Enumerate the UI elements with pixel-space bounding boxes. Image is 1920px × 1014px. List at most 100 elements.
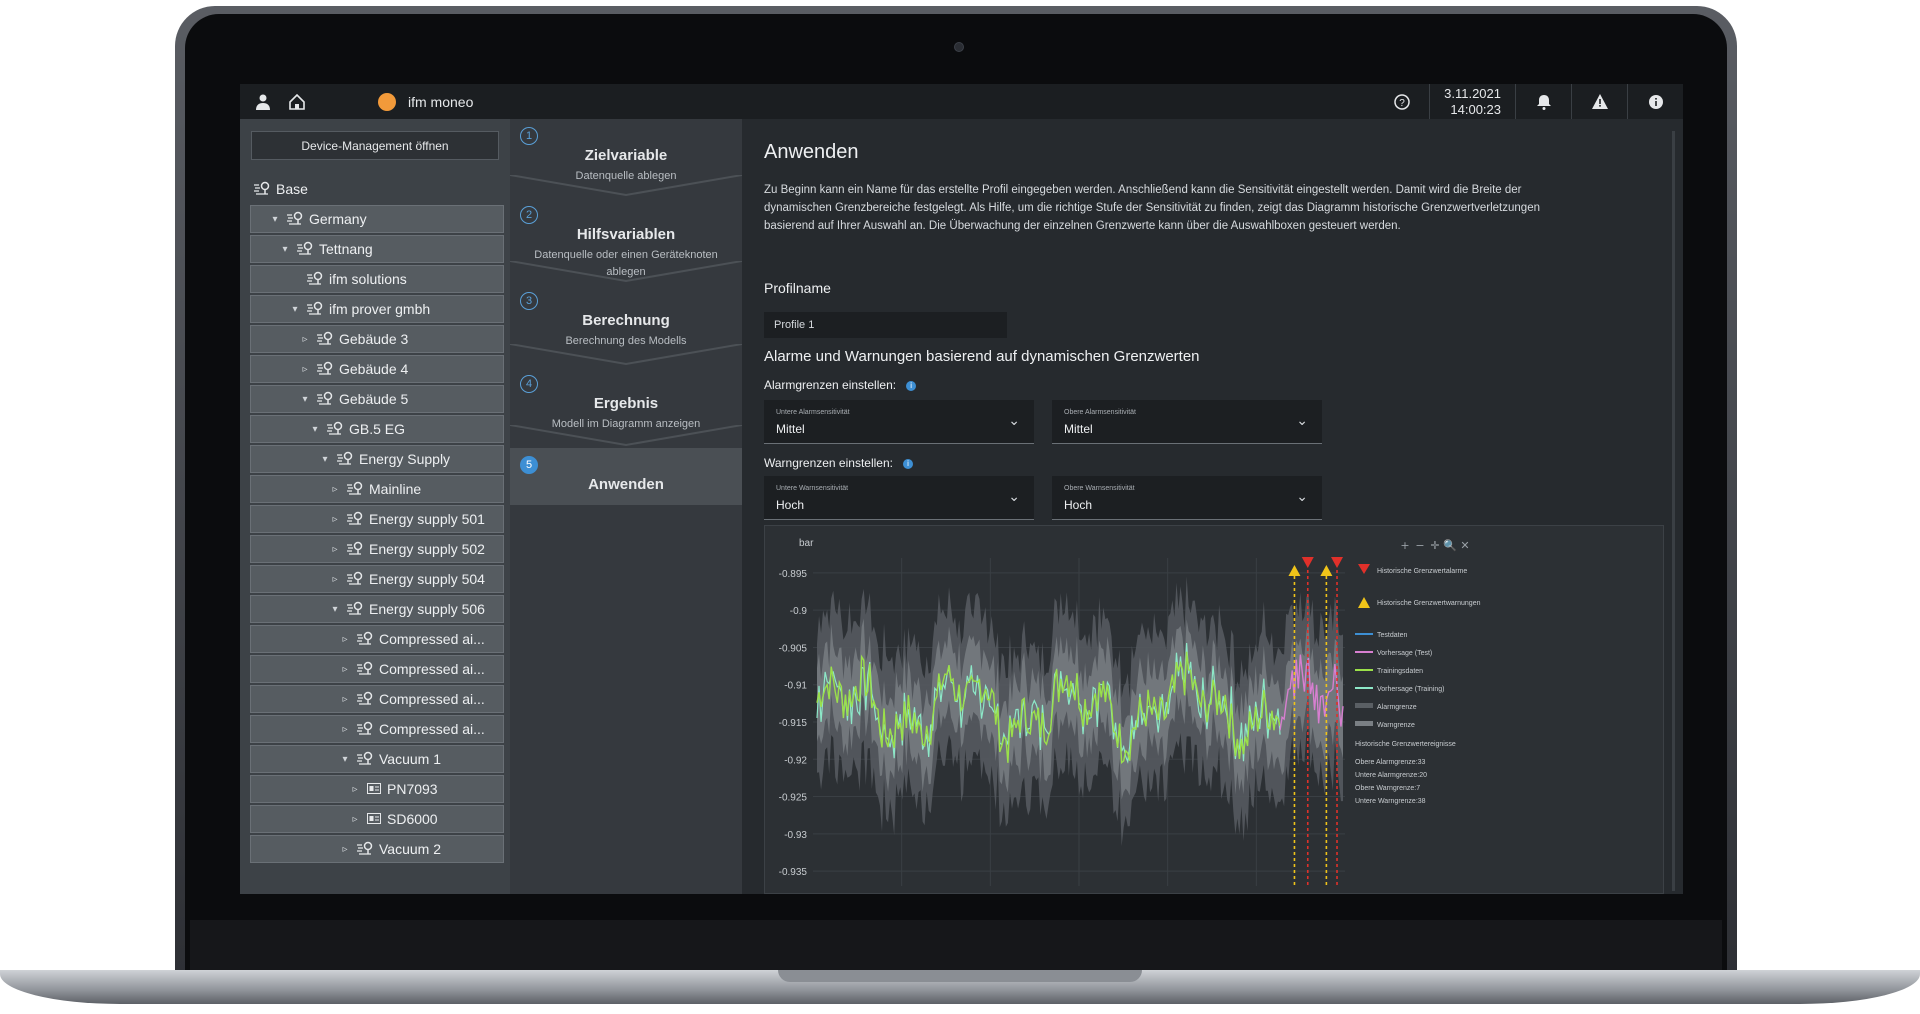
tree-node-label: Compressed ai... [379, 691, 485, 707]
tree-node[interactable]: ▹ Energy supply 504 [250, 565, 504, 593]
legend-label: Warngrenze [1377, 722, 1415, 729]
expand-caret-icon[interactable]: ▹ [339, 844, 351, 855]
wizard-step[interactable]: 4 Ergebnis Modell im Diagramm anzeigen [510, 367, 742, 448]
expand-caret-icon[interactable]: ▹ [339, 634, 351, 645]
expand-caret-icon[interactable]: ▾ [289, 304, 301, 315]
legend-label: Historische Grenzwertwarnungen [1377, 600, 1481, 607]
chart-tool-icon[interactable]: 🔍 [1443, 538, 1457, 552]
info-icon[interactable] [1628, 84, 1683, 119]
tree-node[interactable]: ▾ Energy supply 506 [250, 595, 504, 623]
tree-node[interactable]: ▹ Compressed ai... [250, 655, 504, 683]
warn-limits-label: Warngrenzen einstellen: i [764, 456, 913, 470]
expand-caret-icon[interactable]: ▹ [349, 814, 361, 825]
expand-caret-icon[interactable]: ▹ [349, 784, 361, 795]
legend-swatch [1355, 703, 1373, 708]
tree-node[interactable]: ▹ Compressed ai... [250, 625, 504, 653]
tree-node[interactable]: ▾ Vacuum 1 [250, 745, 504, 773]
event-count: Untere Warngrenze:38 [1355, 798, 1426, 805]
step-title: Berechnung [582, 312, 670, 329]
expand-caret-icon[interactable]: ▹ [339, 724, 351, 735]
tree-node[interactable]: ▹ Gebäude 3 [250, 325, 504, 353]
chart-tool-icon[interactable]: ✕ [1460, 539, 1469, 552]
legend-label: Trainingsdaten [1377, 668, 1423, 675]
chevron-down-icon: ⌄ [1008, 412, 1020, 428]
tree-node[interactable]: ▾ Germany [250, 205, 504, 233]
app-title: ifm moneo [408, 93, 474, 110]
expand-caret-icon[interactable]: ▾ [309, 424, 321, 435]
expand-caret-icon[interactable]: ▾ [279, 244, 291, 255]
y-tick-label: -0.915 [779, 718, 808, 729]
chart-tool-icon[interactable]: ✛ [1430, 539, 1439, 552]
upper-alarm-select[interactable]: Obere Alarmsensitivität Mittel ⌄ [1052, 400, 1322, 444]
help-icon[interactable]: ? [1374, 84, 1429, 119]
wizard-step[interactable]: 5 Anwenden [510, 448, 742, 505]
chart-tool-icon[interactable]: − [1415, 539, 1424, 552]
location-icon [317, 391, 333, 408]
info-icon[interactable]: i [902, 458, 913, 469]
tree-node[interactable]: ▹ Vacuum 2 [250, 835, 504, 863]
tree-node-label: Compressed ai... [379, 721, 485, 737]
tree-node[interactable]: ▹ PN7093 [250, 775, 504, 803]
chart-tool-icon[interactable]: + [1400, 539, 1409, 552]
location-icon [254, 181, 270, 198]
expand-caret-icon[interactable]: ▹ [329, 544, 341, 555]
device-tree-sidebar: Device-Management öffnen Base ▾ Germany ▾ Te… [240, 119, 510, 894]
location-icon [287, 211, 303, 228]
bell-icon[interactable] [1516, 84, 1571, 119]
expand-caret-icon[interactable]: ▹ [339, 694, 351, 705]
tree-node-label: Vacuum 1 [379, 751, 441, 767]
user-icon[interactable] [246, 84, 280, 119]
warning-icon[interactable] [1572, 84, 1627, 119]
expand-caret-icon[interactable]: ▹ [329, 514, 341, 525]
wizard-step[interactable]: 1 Zielvariable Datenquelle ablegen [510, 119, 742, 198]
alarm-limits-label: Alarmgrenzen einstellen: i [764, 378, 917, 392]
tree-node[interactable]: ▾ ifm prover gmbh [250, 295, 504, 323]
y-tick-label: -0.93 [784, 830, 807, 841]
expand-caret-icon[interactable]: ▹ [339, 664, 351, 675]
y-tick-label: -0.91 [784, 681, 807, 692]
step-title: Hilfsvariablen [576, 226, 676, 243]
info-icon[interactable]: i [906, 380, 917, 391]
expand-caret-icon[interactable]: ▾ [319, 454, 331, 465]
wizard-step[interactable]: 2 Hilfsvariablen Datenquelle oder einen Ge… [510, 198, 742, 284]
tree-node[interactable]: ▹ Mainline [250, 475, 504, 503]
tree-node[interactable]: ifm solutions [250, 265, 504, 293]
location-icon [347, 481, 363, 498]
tree-node[interactable]: ▹ Energy supply 501 [250, 505, 504, 533]
home-icon[interactable] [280, 84, 314, 119]
datetime: 3.11.2021 14:00:23 [1430, 86, 1515, 118]
expand-caret-icon[interactable]: ▹ [299, 364, 311, 375]
tree-node-label: PN7093 [387, 781, 438, 797]
expand-caret-icon[interactable]: ▾ [339, 754, 351, 765]
profile-name-input[interactable]: Profile 1 [764, 312, 1007, 338]
tree-node[interactable]: ▹ Compressed ai... [250, 715, 504, 743]
expand-caret-icon[interactable]: ▹ [299, 334, 311, 345]
device-management-button[interactable]: Device-Management öffnen [251, 131, 499, 160]
tree-node-label: Gebäude 5 [339, 391, 409, 407]
webcam [954, 42, 964, 52]
tree-node[interactable]: ▾ GB.5 EG [250, 415, 504, 443]
tree-node[interactable]: ▹ Compressed ai... [250, 685, 504, 713]
tree-node[interactable]: ▾ Tettnang [250, 235, 504, 263]
upper-warn-select[interactable]: Obere Warnsensitivität Hoch ⌄ [1052, 476, 1322, 520]
events-title: Historische Grenzwertereignisse [1355, 741, 1456, 748]
expand-caret-icon[interactable]: ▾ [329, 604, 341, 615]
expand-caret-icon[interactable]: ▾ [269, 214, 281, 225]
expand-caret-icon[interactable]: ▾ [299, 394, 311, 405]
scrollbar[interactable] [1672, 131, 1675, 891]
lower-warn-select[interactable]: Untere Warnsensitivität Hoch ⌄ [764, 476, 1034, 520]
tree-node[interactable]: ▾ Gebäude 5 [250, 385, 504, 413]
lower-alarm-select[interactable]: Untere Alarmsensitivität Mittel ⌄ [764, 400, 1034, 444]
expand-caret-icon[interactable]: ▹ [329, 574, 341, 585]
time: 14:00:23 [1450, 101, 1501, 117]
app-screen: ifm moneo ? 3.11.2021 14:00:23 Device-Ma… [240, 84, 1683, 894]
tree-node[interactable]: ▹ Gebäude 4 [250, 355, 504, 383]
tree-node[interactable]: ▹ SD6000 [250, 805, 504, 833]
tree-node[interactable]: Base [250, 175, 504, 203]
tree-node[interactable]: ▹ Energy supply 502 [250, 535, 504, 563]
wizard-step[interactable]: 3 Berechnung Berechnung des Modells [510, 284, 742, 367]
event-count: Obere Warngrenze:7 [1355, 785, 1420, 792]
limit-chart[interactable]: -0.895 -0.9 -0.905 -0.91 -0.915 -0.92 -0.925 -0… [764, 525, 1664, 894]
expand-caret-icon[interactable]: ▹ [329, 484, 341, 495]
tree-node[interactable]: ▾ Energy Supply [250, 445, 504, 473]
